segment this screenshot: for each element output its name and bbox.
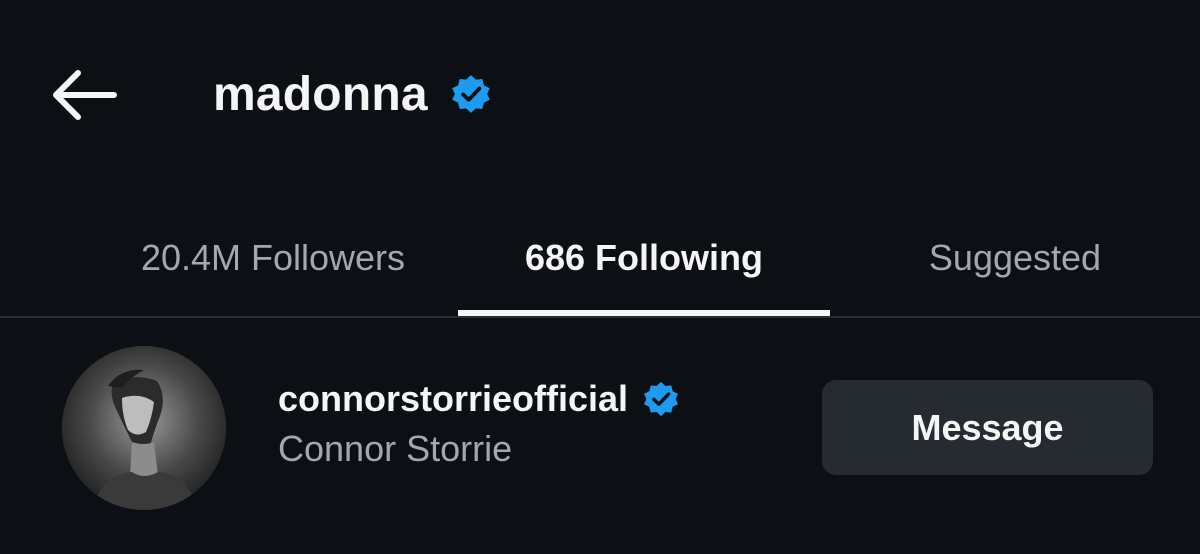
avatar-photo <box>62 346 226 510</box>
message-button[interactable]: Message <box>822 380 1153 475</box>
avatar[interactable] <box>62 346 226 510</box>
list-item[interactable]: connorstorrieofficial Connor Storrie Mes… <box>0 340 1200 520</box>
username[interactable]: connorstorrieofficial <box>278 378 628 420</box>
tab-followers[interactable]: 20.4M Followers <box>88 200 458 316</box>
tab-following[interactable]: 686 Following <box>458 200 830 316</box>
back-button[interactable] <box>40 60 126 130</box>
arrow-left-icon <box>53 70 117 120</box>
user-info: connorstorrieofficial Connor Storrie <box>278 376 680 470</box>
verified-badge-icon <box>450 73 492 115</box>
username-row: connorstorrieofficial <box>278 376 680 422</box>
verified-badge-icon <box>642 380 680 418</box>
tab-suggested[interactable]: Suggested <box>830 200 1200 316</box>
full-name: Connor Storrie <box>278 428 513 469</box>
page-title: madonna <box>213 67 428 121</box>
title-row: madonna <box>213 62 492 126</box>
divider <box>0 316 1200 318</box>
header: madonna <box>0 0 1200 190</box>
tab-bar: 20.4M Followers 686 Following Suggested <box>0 200 1200 318</box>
